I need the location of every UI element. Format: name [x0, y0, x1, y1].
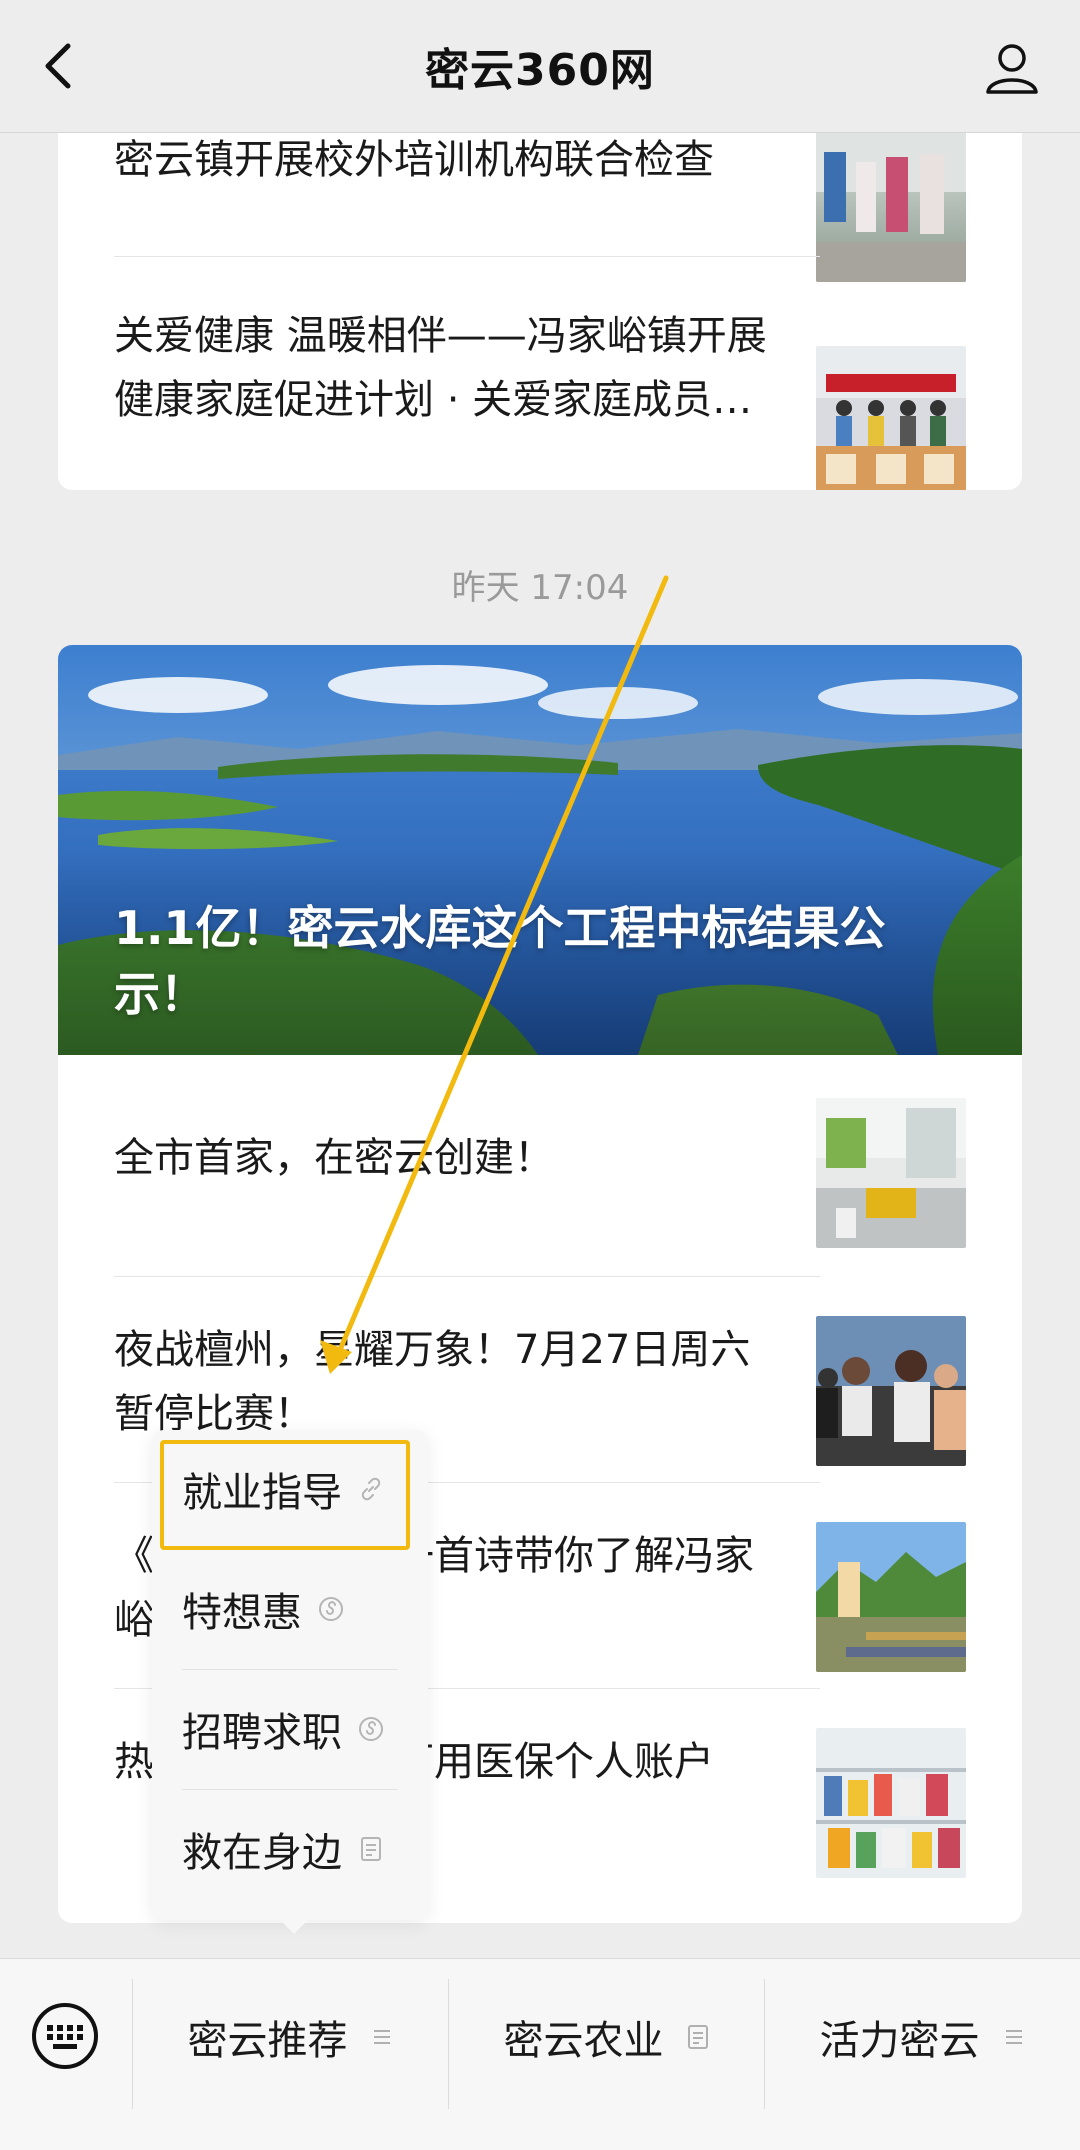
submenu-item-rescue-nearby[interactable]: 救在身边	[182, 1790, 398, 1908]
tab-vitality-miyun[interactable]: 活力密云	[765, 2007, 1080, 2067]
tab-label: 密云推荐	[187, 2018, 348, 2064]
article-item[interactable]: 关爱健康 温暖相伴——冯家峪镇开展健康家庭促进计划 · 关爱家庭成员健康活动	[58, 256, 1022, 490]
article-title: 关爱健康 温暖相伴——冯家峪镇开展健康家庭促进计划 · 关爱家庭成员健康活动	[114, 313, 767, 423]
article-title: 夜战檀州，星耀万象！7月27日周六暂停比赛！	[114, 1327, 751, 1437]
bottom-menu-bar: 密云推荐 密云农业 活力密云	[0, 1958, 1080, 2150]
submenu-item-label: 招聘求职	[182, 1710, 342, 1756]
tab-label: 密云农业	[503, 2018, 664, 2064]
miniprogram-icon	[359, 1717, 383, 1741]
submenu-item-recruitment[interactable]: 招聘求职	[182, 1670, 398, 1788]
tab-miyun-agriculture[interactable]: 密云农业	[449, 2007, 764, 2067]
submenu-item-label: 特想惠	[182, 1590, 302, 1636]
article-thumbnail	[816, 346, 966, 490]
message-timestamp: 昨天 17:04	[451, 568, 629, 608]
hero-article[interactable]: 1.1亿！密云水库这个工程中标结果公示！	[58, 645, 1022, 1055]
article-thumbnail	[816, 1098, 966, 1248]
submenu-item-label: 救在身边	[182, 1830, 342, 1876]
tab-miyun-recommend[interactable]: 密云推荐	[133, 2007, 448, 2067]
article-icon	[687, 2025, 708, 2049]
article-item[interactable]: 全市首家，在密云创建！	[58, 1055, 1022, 1261]
top-nav-bar: 密云360网	[0, 0, 1080, 133]
article-title: 密云镇开展校外培训机构联合检查	[114, 137, 714, 183]
menu-lines-icon	[1005, 2030, 1022, 2044]
miniprogram-icon	[319, 1597, 343, 1621]
article-icon	[361, 1837, 381, 1861]
menu-lines-icon	[373, 2030, 390, 2044]
article-thumbnail	[816, 1728, 966, 1878]
article-title: 全市首家，在密云创建！	[114, 1135, 554, 1181]
user-icon[interactable]	[982, 38, 1042, 98]
page-title: 密云360网	[425, 45, 655, 96]
hero-article-title: 1.1亿！密云水库这个工程中标结果公示！	[114, 901, 886, 1021]
tab-label: 活力密云	[819, 2018, 980, 2064]
keyboard-icon[interactable]	[30, 2001, 100, 2071]
article-thumbnail	[816, 1316, 966, 1466]
submenu-item-special-offers[interactable]: 特想惠	[182, 1550, 398, 1668]
article-thumbnail	[816, 1522, 966, 1672]
chevron-left-icon[interactable]	[30, 36, 90, 96]
highlight-box	[160, 1440, 410, 1550]
